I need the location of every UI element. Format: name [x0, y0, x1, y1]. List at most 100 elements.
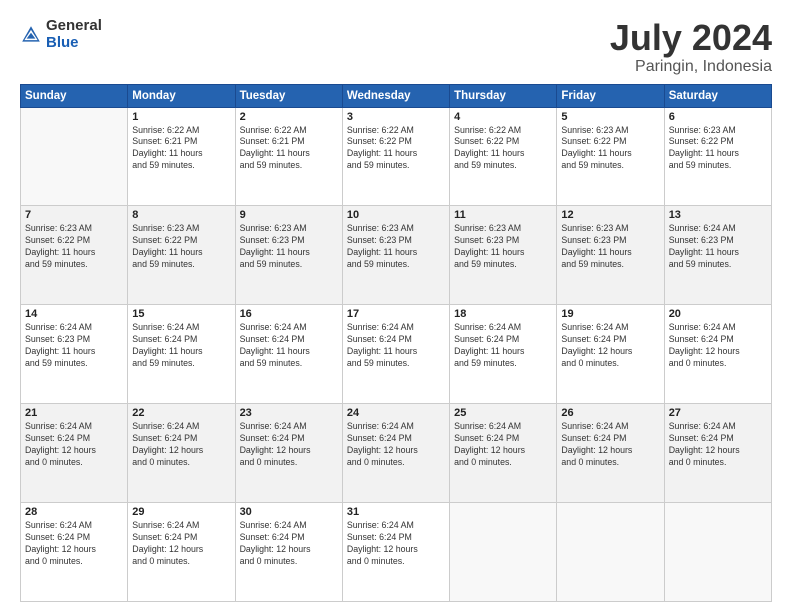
cell-content-4: Sunrise: 6:22 AM Sunset: 6:22 PM Dayligh…: [454, 125, 552, 173]
cell-week4-day1: 22Sunrise: 6:24 AM Sunset: 6:24 PM Dayli…: [128, 404, 235, 503]
day-number-7: 7: [25, 209, 123, 221]
cell-week4-day4: 25 Sunrise: 6:24 AM Sunset: 6:24 PM Dayli…: [450, 404, 557, 503]
cell-content-16: Sunrise: 6:24 AM Sunset: 6:24 PM Dayligh…: [240, 322, 338, 370]
day-number-3: 3: [347, 111, 445, 123]
cell-week1-day6: 6Sunrise: 6:23 AM Sunset: 6:22 PM Daylig…: [664, 107, 771, 206]
cell-content-10: Sunrise: 6:23 AM Sunset: 6:23 PM Dayligh…: [347, 223, 445, 271]
cell-week4-day0: 21 Sunrise: 6:24 AM Sunset: 6:24 PM Dayli…: [21, 404, 128, 503]
week-row-3: 14 Sunrise: 6:24 AM Sunset: 6:23 PM Dayli…: [21, 305, 772, 404]
cell-week5-day1: 29Sunrise: 6:24 AM Sunset: 6:24 PM Dayli…: [128, 503, 235, 602]
cell-week5-day5: [557, 503, 664, 602]
cell-content-7: Sunrise: 6:23 AM Sunset: 6:22 PM Dayligh…: [25, 223, 123, 271]
cell-week1-day2: 2Sunrise: 6:22 AM Sunset: 6:21 PM Daylig…: [235, 107, 342, 206]
cell-week2-day0: 7 Sunrise: 6:23 AM Sunset: 6:22 PM Daylig…: [21, 206, 128, 305]
calendar-table: Sunday Monday Tuesday Wednesday Thursday…: [20, 84, 772, 602]
cell-content-20: Sunrise: 6:24 AM Sunset: 6:24 PM Dayligh…: [669, 322, 767, 370]
cell-content-28: Sunrise: 6:24 AM Sunset: 6:24 PM Dayligh…: [25, 520, 123, 568]
day-number-13: 13: [669, 209, 767, 221]
cell-content-3: Sunrise: 6:22 AM Sunset: 6:22 PM Dayligh…: [347, 125, 445, 173]
cell-content-2: Sunrise: 6:22 AM Sunset: 6:21 PM Dayligh…: [240, 125, 338, 173]
cell-week2-day5: 12Sunrise: 6:23 AM Sunset: 6:23 PM Dayli…: [557, 206, 664, 305]
day-number-24: 24: [347, 407, 445, 419]
cell-week4-day6: 27 Sunrise: 6:24 AM Sunset: 6:24 PM Dayli…: [664, 404, 771, 503]
cell-content-17: Sunrise: 6:24 AM Sunset: 6:24 PM Dayligh…: [347, 322, 445, 370]
day-number-11: 11: [454, 209, 552, 221]
cell-content-21: Sunrise: 6:24 AM Sunset: 6:24 PM Dayligh…: [25, 421, 123, 469]
day-number-5: 5: [561, 111, 659, 123]
cell-week5-day3: 31 Sunrise: 6:24 AM Sunset: 6:24 PM Dayli…: [342, 503, 449, 602]
day-number-19: 19: [561, 308, 659, 320]
cell-week5-day4: [450, 503, 557, 602]
day-number-9: 9: [240, 209, 338, 221]
day-number-16: 16: [240, 308, 338, 320]
day-number-20: 20: [669, 308, 767, 320]
cell-week4-day5: 26 Sunrise: 6:24 AM Sunset: 6:24 PM Dayli…: [557, 404, 664, 503]
logo-blue-text: Blue: [46, 35, 102, 52]
cell-week2-day1: 8Sunrise: 6:23 AM Sunset: 6:22 PM Daylig…: [128, 206, 235, 305]
cell-week5-day2: 30 Sunrise: 6:24 AM Sunset: 6:24 PM Dayli…: [235, 503, 342, 602]
cell-content-1: Sunrise: 6:22 AM Sunset: 6:21 PM Dayligh…: [132, 125, 230, 173]
day-number-4: 4: [454, 111, 552, 123]
week-row-2: 7 Sunrise: 6:23 AM Sunset: 6:22 PM Daylig…: [21, 206, 772, 305]
cell-week1-day5: 5 Sunrise: 6:23 AM Sunset: 6:22 PM Daylig…: [557, 107, 664, 206]
header: General Blue July 2024 Paringin, Indones…: [20, 18, 772, 76]
header-wednesday: Wednesday: [342, 84, 449, 107]
cell-week2-day2: 9 Sunrise: 6:23 AM Sunset: 6:23 PM Daylig…: [235, 206, 342, 305]
cell-content-25: Sunrise: 6:24 AM Sunset: 6:24 PM Dayligh…: [454, 421, 552, 469]
day-number-1: 1: [132, 111, 230, 123]
logo-text: General Blue: [46, 18, 102, 51]
day-number-14: 14: [25, 308, 123, 320]
cell-week1-day1: 1 Sunrise: 6:22 AM Sunset: 6:21 PM Daylig…: [128, 107, 235, 206]
cell-week3-day0: 14 Sunrise: 6:24 AM Sunset: 6:23 PM Dayli…: [21, 305, 128, 404]
day-number-6: 6: [669, 111, 767, 123]
logo-icon: [20, 24, 42, 46]
title-area: July 2024 Paringin, Indonesia: [610, 18, 772, 76]
cell-week3-day4: 18 Sunrise: 6:24 AM Sunset: 6:24 PM Dayli…: [450, 305, 557, 404]
day-number-26: 26: [561, 407, 659, 419]
cell-week5-day6: [664, 503, 771, 602]
cell-week4-day2: 23 Sunrise: 6:24 AM Sunset: 6:24 PM Dayli…: [235, 404, 342, 503]
day-number-12: 12: [561, 209, 659, 221]
cell-content-31: Sunrise: 6:24 AM Sunset: 6:24 PM Dayligh…: [347, 520, 445, 568]
cell-week4-day3: 24 Sunrise: 6:24 AM Sunset: 6:24 PM Dayli…: [342, 404, 449, 503]
cell-content-27: Sunrise: 6:24 AM Sunset: 6:24 PM Dayligh…: [669, 421, 767, 469]
cell-content-15: Sunrise: 6:24 AM Sunset: 6:24 PM Dayligh…: [132, 322, 230, 370]
cell-week3-day3: 17 Sunrise: 6:24 AM Sunset: 6:24 PM Dayli…: [342, 305, 449, 404]
day-number-28: 28: [25, 506, 123, 518]
cell-content-8: Sunrise: 6:23 AM Sunset: 6:22 PM Dayligh…: [132, 223, 230, 271]
cell-content-14: Sunrise: 6:24 AM Sunset: 6:23 PM Dayligh…: [25, 322, 123, 370]
day-number-27: 27: [669, 407, 767, 419]
cell-content-19: Sunrise: 6:24 AM Sunset: 6:24 PM Dayligh…: [561, 322, 659, 370]
cell-week3-day1: 15Sunrise: 6:24 AM Sunset: 6:24 PM Dayli…: [128, 305, 235, 404]
day-number-30: 30: [240, 506, 338, 518]
day-number-18: 18: [454, 308, 552, 320]
day-number-21: 21: [25, 407, 123, 419]
header-sunday: Sunday: [21, 84, 128, 107]
day-number-31: 31: [347, 506, 445, 518]
day-number-17: 17: [347, 308, 445, 320]
cell-week5-day0: 28 Sunrise: 6:24 AM Sunset: 6:24 PM Dayli…: [21, 503, 128, 602]
logo-general-text: General: [46, 18, 102, 35]
cell-week3-day2: 16 Sunrise: 6:24 AM Sunset: 6:24 PM Dayli…: [235, 305, 342, 404]
cell-week1-day3: 3 Sunrise: 6:22 AM Sunset: 6:22 PM Daylig…: [342, 107, 449, 206]
cell-content-13: Sunrise: 6:24 AM Sunset: 6:23 PM Dayligh…: [669, 223, 767, 271]
logo: General Blue: [20, 18, 102, 51]
cell-content-30: Sunrise: 6:24 AM Sunset: 6:24 PM Dayligh…: [240, 520, 338, 568]
location: Paringin, Indonesia: [610, 58, 772, 76]
cell-content-23: Sunrise: 6:24 AM Sunset: 6:24 PM Dayligh…: [240, 421, 338, 469]
day-number-25: 25: [454, 407, 552, 419]
cell-content-29: Sunrise: 6:24 AM Sunset: 6:24 PM Dayligh…: [132, 520, 230, 568]
cell-content-5: Sunrise: 6:23 AM Sunset: 6:22 PM Dayligh…: [561, 125, 659, 173]
cell-content-11: Sunrise: 6:23 AM Sunset: 6:23 PM Dayligh…: [454, 223, 552, 271]
header-friday: Friday: [557, 84, 664, 107]
cell-week1-day0: [21, 107, 128, 206]
cell-content-24: Sunrise: 6:24 AM Sunset: 6:24 PM Dayligh…: [347, 421, 445, 469]
header-saturday: Saturday: [664, 84, 771, 107]
cell-content-26: Sunrise: 6:24 AM Sunset: 6:24 PM Dayligh…: [561, 421, 659, 469]
cell-content-9: Sunrise: 6:23 AM Sunset: 6:23 PM Dayligh…: [240, 223, 338, 271]
cell-content-18: Sunrise: 6:24 AM Sunset: 6:24 PM Dayligh…: [454, 322, 552, 370]
day-number-23: 23: [240, 407, 338, 419]
cell-week3-day5: 19 Sunrise: 6:24 AM Sunset: 6:24 PM Dayli…: [557, 305, 664, 404]
header-tuesday: Tuesday: [235, 84, 342, 107]
month-title: July 2024: [610, 18, 772, 58]
